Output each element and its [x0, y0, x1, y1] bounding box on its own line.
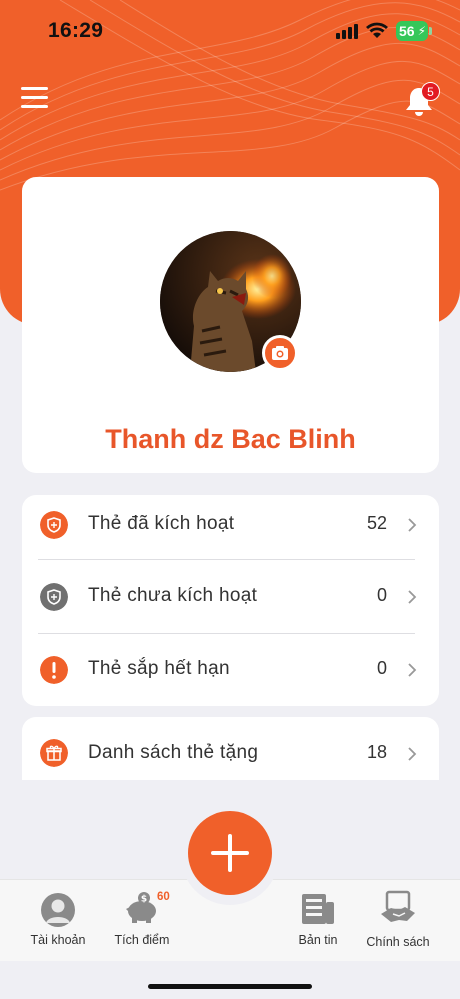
tab-label: Bản tin	[298, 933, 338, 947]
shield-icon	[40, 511, 68, 539]
charging-icon: ⚡	[417, 24, 426, 38]
chevron-right-icon	[408, 747, 417, 761]
tab-news[interactable]: Bản tin	[272, 880, 364, 962]
add-button[interactable]	[188, 811, 272, 895]
svg-text:$: $	[141, 895, 147, 905]
battery-level: 56	[399, 23, 415, 39]
alert-icon	[40, 656, 68, 684]
inactive-cards-row[interactable]: Thẻ chưa kích hoạt 0	[22, 560, 439, 633]
battery-cap	[429, 27, 432, 35]
user-icon	[41, 893, 75, 927]
activated-cards-row[interactable]: Thẻ đã kích hoạt 52	[22, 495, 439, 568]
notification-badge: 5	[421, 82, 440, 101]
home-indicator	[148, 984, 312, 989]
gift-cards-section: Danh sách thẻ tặng 18	[22, 717, 439, 780]
row-label: Thẻ sắp hết hạn	[88, 658, 230, 679]
row-count: 52	[366, 513, 387, 533]
newspaper-icon	[302, 894, 334, 924]
chevron-right-icon	[408, 518, 417, 532]
piggy-bank-icon: $	[126, 892, 156, 923]
tab-policy[interactable]: Chính sách	[352, 880, 444, 962]
profile-card: Thanh dz Bac Blinh	[22, 177, 439, 473]
tab-label: Tài khoản	[30, 933, 86, 947]
row-count: 0	[376, 658, 387, 678]
points-count: 60	[157, 891, 170, 903]
tab-points[interactable]: $ 60 Tích điểm	[96, 880, 188, 962]
gift-icon	[40, 739, 68, 767]
status-time: 16:29	[48, 19, 104, 42]
tab-label: Tích điểm	[114, 933, 170, 947]
shield-icon	[40, 583, 68, 611]
hamburger-line	[21, 105, 48, 108]
expiring-cards-row[interactable]: Thẻ sắp hết hạn 0	[22, 634, 439, 707]
cellular-signal-icon	[336, 24, 358, 39]
plus-icon	[211, 834, 249, 872]
wifi-icon	[366, 22, 388, 38]
notification-button[interactable]: 5	[404, 82, 440, 120]
status-bar: 16:29 56 ⚡	[0, 0, 460, 62]
chevron-right-icon	[408, 663, 417, 677]
tab-label: Chính sách	[366, 935, 430, 949]
gift-cards-row[interactable]: Danh sách thẻ tặng 18	[22, 717, 439, 780]
change-avatar-button[interactable]	[262, 335, 298, 371]
menu-button[interactable]	[21, 87, 49, 109]
handshake-document-icon	[381, 890, 415, 922]
row-label: Thẻ đã kích hoạt	[88, 513, 235, 534]
row-label: Thẻ chưa kích hoạt	[88, 585, 258, 606]
row-label: Danh sách thẻ tặng	[88, 742, 259, 763]
hamburger-icon	[21, 87, 48, 90]
battery-indicator: 56 ⚡	[396, 21, 428, 41]
tab-account[interactable]: Tài khoản	[12, 880, 104, 962]
row-count: 18	[366, 742, 387, 762]
row-count: 0	[376, 585, 387, 605]
card-status-list: Thẻ đã kích hoạt 52 Thẻ chưa kích hoạt 0…	[22, 495, 439, 706]
chevron-right-icon	[408, 590, 417, 604]
profile-name: Thanh dz Bac Blinh	[105, 424, 356, 454]
hamburger-line	[21, 96, 48, 99]
camera-icon	[272, 346, 288, 360]
